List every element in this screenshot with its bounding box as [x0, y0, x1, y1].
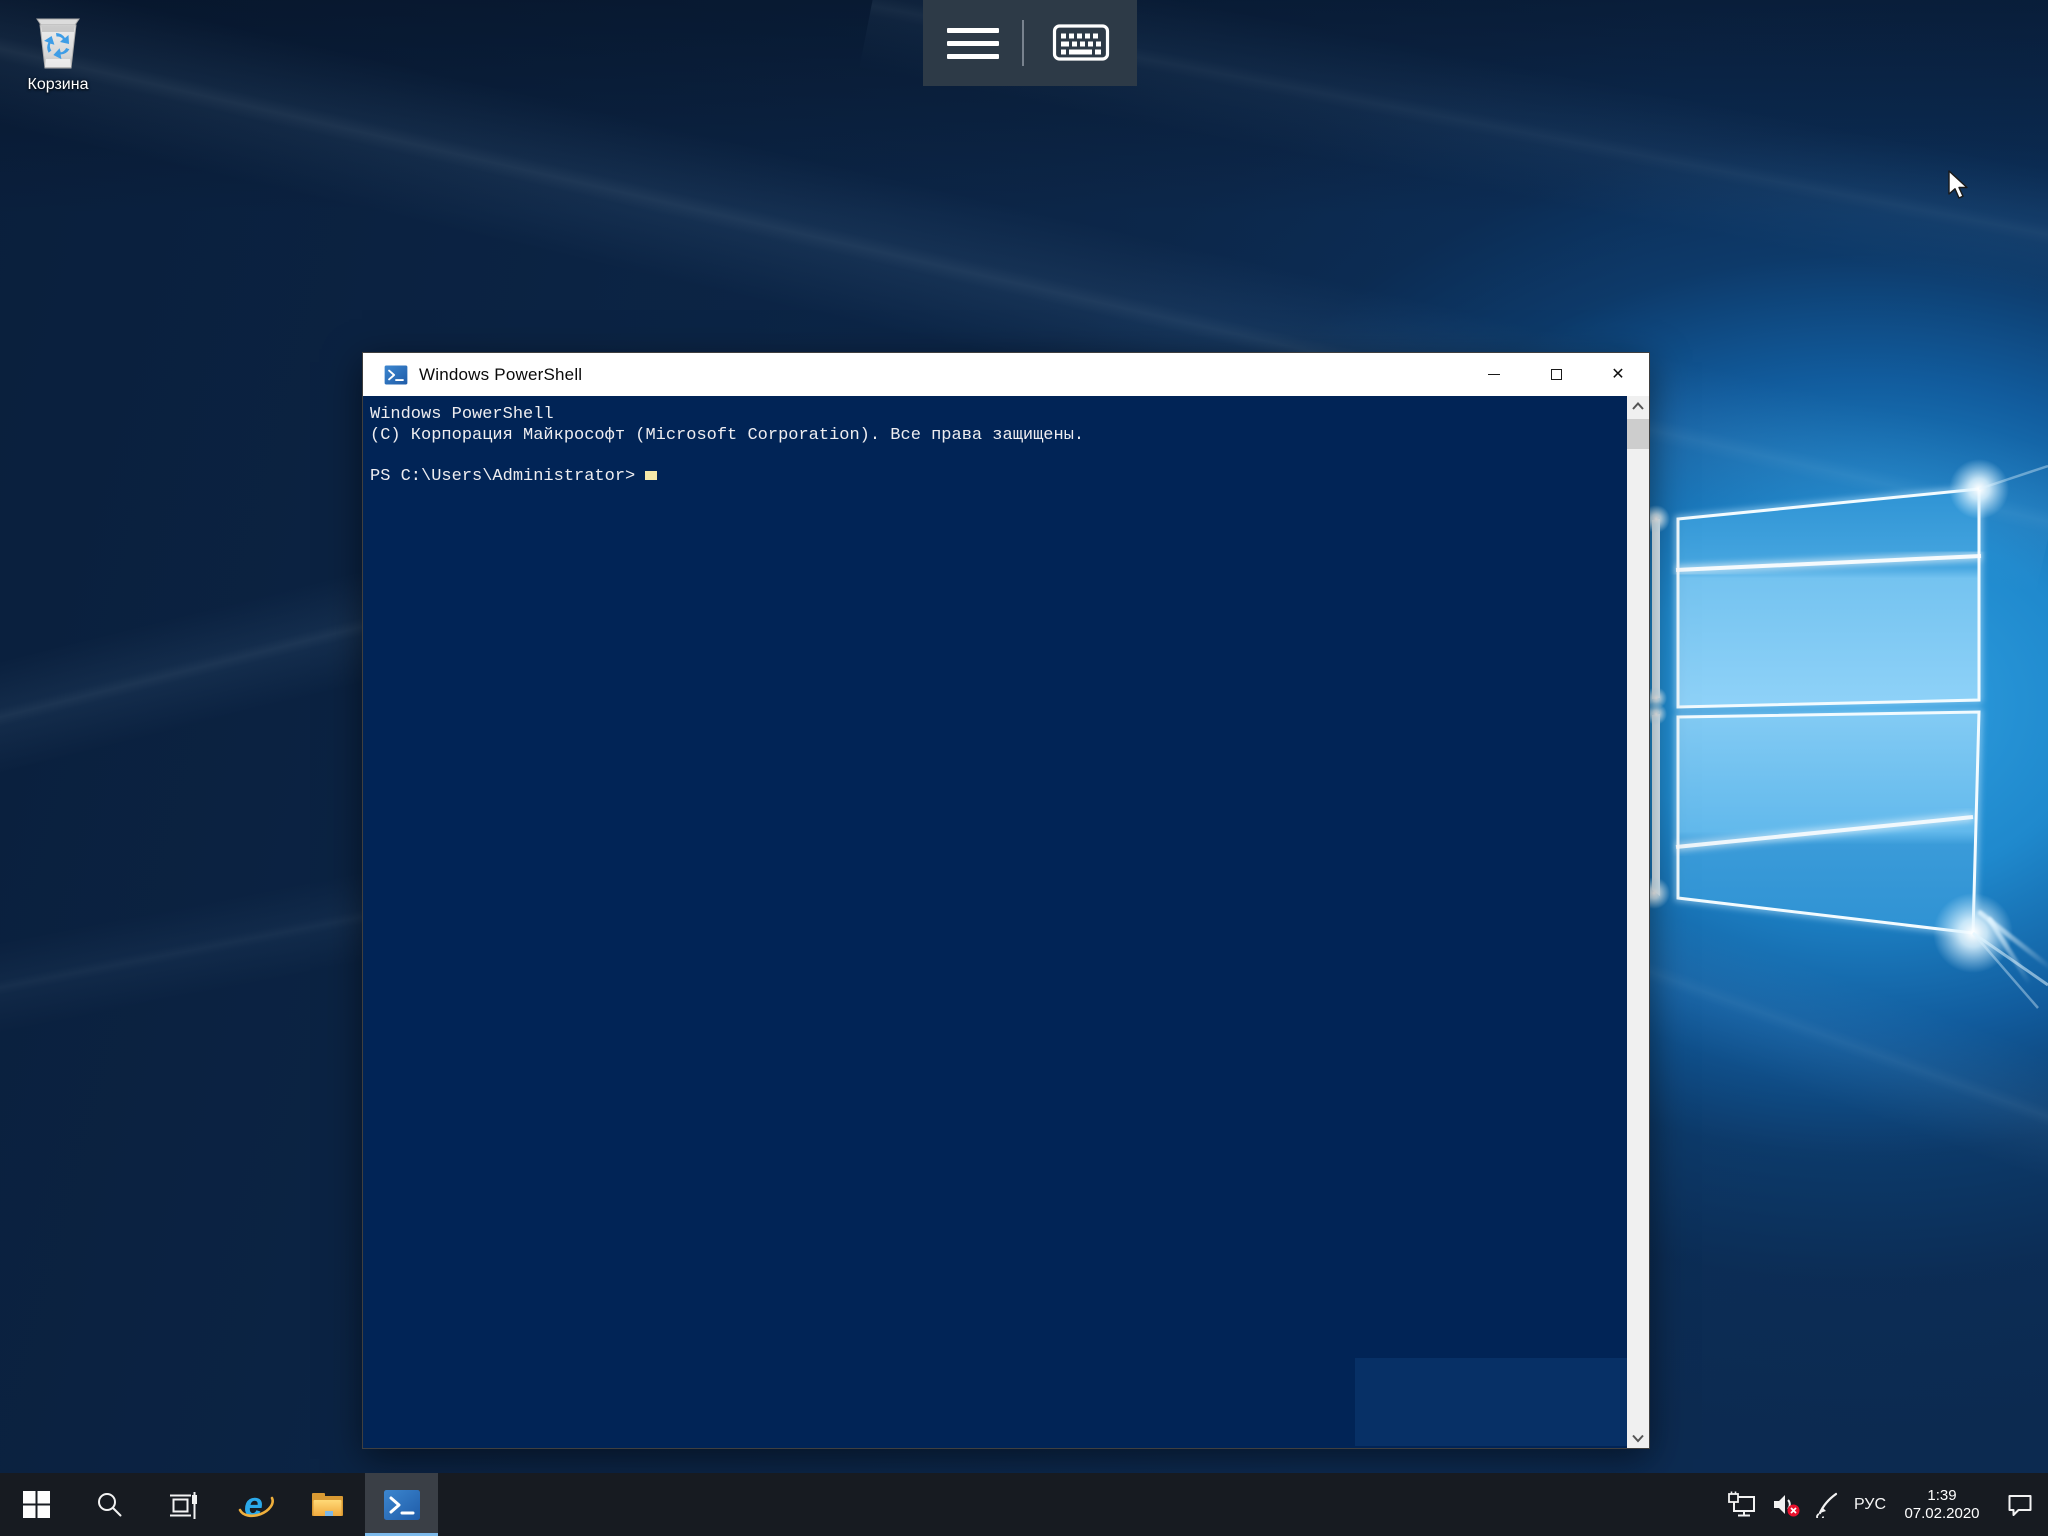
- scroll-down-button[interactable]: [1627, 1428, 1649, 1448]
- console-line: Windows PowerShell: [370, 405, 1619, 426]
- taskbar: e: [0, 1473, 2048, 1536]
- close-button[interactable]: ✕: [1587, 353, 1649, 396]
- scrollbar-thumb[interactable]: [1627, 419, 1649, 449]
- scroll-up-button[interactable]: [1627, 396, 1649, 416]
- console-scrollbar[interactable]: [1627, 396, 1649, 1448]
- ie-icon: e: [236, 1485, 276, 1525]
- console-line: (C) Корпорация Майкрософт (Microsoft Cor…: [370, 426, 1619, 447]
- chevron-up-icon: [1631, 401, 1645, 411]
- powershell-taskbar-button[interactable]: [365, 1473, 438, 1536]
- svg-text:e: e: [244, 1486, 263, 1524]
- network-tray-button[interactable]: [1728, 1491, 1758, 1518]
- language-indicator[interactable]: РУС: [1854, 1496, 1886, 1514]
- task-view-icon: [167, 1489, 198, 1520]
- window-titlebar[interactable]: Windows PowerShell ✕: [363, 353, 1649, 396]
- clock[interactable]: 1:39 07.02.2020: [1899, 1487, 1985, 1523]
- internet-explorer-button[interactable]: e: [219, 1473, 292, 1536]
- search-button[interactable]: [73, 1473, 146, 1536]
- console-line: [370, 446, 1619, 467]
- search-icon: [96, 1491, 123, 1518]
- window-title: Windows PowerShell: [419, 365, 582, 385]
- chevron-down-icon: [1631, 1433, 1645, 1443]
- toolbar-divider: [1022, 20, 1024, 66]
- minimize-icon: [1488, 374, 1500, 375]
- clock-time: 1:39: [1899, 1487, 1985, 1505]
- console-prompt: PS C:\Users\Administrator>: [370, 467, 635, 486]
- keyboard-icon: [1052, 23, 1110, 63]
- action-center-button[interactable]: [2006, 1492, 2034, 1518]
- recycle-bin-label: Корзина: [28, 76, 89, 94]
- powershell-window: Windows PowerShell ✕ Windows PowerShell …: [362, 352, 1650, 1449]
- recycle-bin-icon: [29, 12, 87, 74]
- windows-logo-icon: [23, 1491, 50, 1518]
- folder-icon: [310, 1489, 347, 1520]
- action-center-icon: [2006, 1492, 2034, 1518]
- console-highlight-region: [1355, 1358, 1627, 1446]
- task-view-button[interactable]: [146, 1473, 219, 1536]
- maximize-icon: [1551, 369, 1562, 380]
- system-tray: РУС 1:39 07.02.2020: [1728, 1473, 2048, 1536]
- console-prompt-line: PS C:\Users\Administrator>: [370, 467, 1619, 488]
- ethernet-network-icon: [1728, 1491, 1758, 1518]
- volume-muted-icon: [1771, 1491, 1801, 1518]
- text-cursor: [645, 471, 657, 480]
- recycle-bin[interactable]: Корзина: [14, 12, 102, 94]
- vm-menu-button[interactable]: [923, 0, 1022, 86]
- close-icon: ✕: [1611, 367, 1624, 383]
- maximize-button[interactable]: [1525, 353, 1587, 396]
- start-button[interactable]: [0, 1473, 73, 1536]
- powershell-icon: [383, 1488, 421, 1522]
- powershell-icon: [384, 364, 408, 386]
- clock-date: 07.02.2020: [1899, 1505, 1985, 1523]
- console-output[interactable]: Windows PowerShell (C) Корпорация Майкро…: [363, 396, 1649, 1448]
- file-explorer-button[interactable]: [292, 1473, 365, 1536]
- vm-console-toolbar: [923, 0, 1137, 86]
- windows-ink-tray-button[interactable]: [1814, 1491, 1841, 1518]
- vm-keyboard-button[interactable]: [1024, 0, 1137, 86]
- minimize-button[interactable]: [1463, 353, 1525, 396]
- volume-tray-button[interactable]: [1771, 1491, 1801, 1518]
- windows-logo-wallpaper: [1640, 440, 2048, 1010]
- hamburger-menu-icon: [947, 28, 999, 59]
- windows-ink-icon: [1814, 1491, 1841, 1518]
